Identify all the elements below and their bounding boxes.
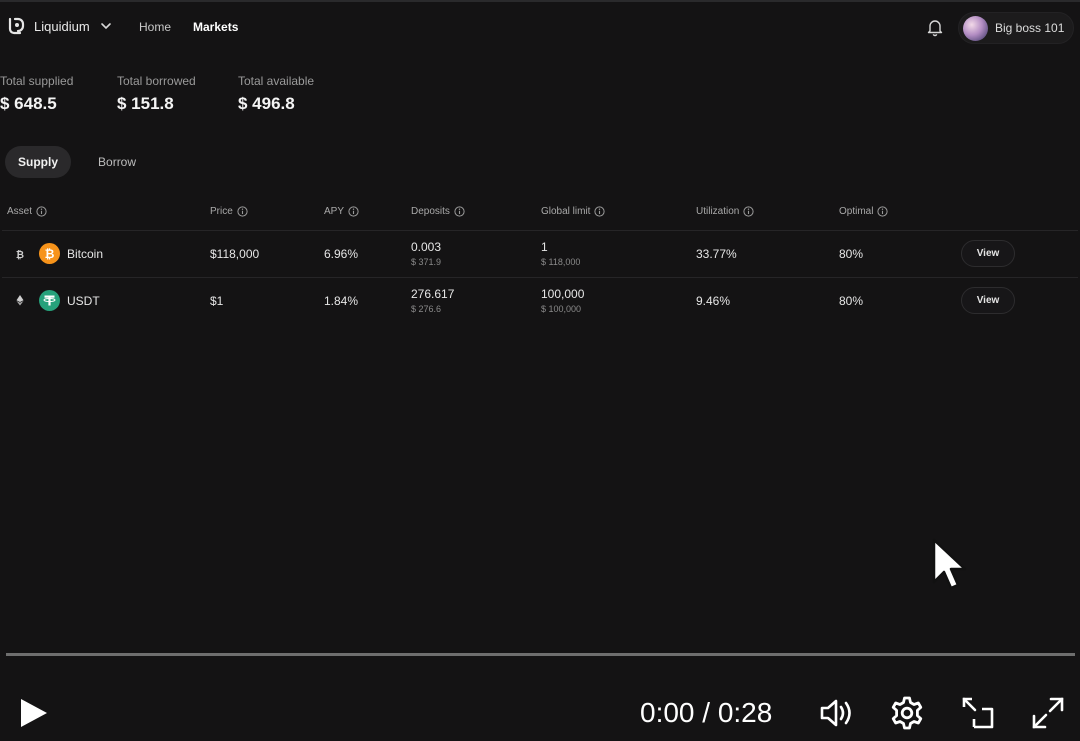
utilization-value: 9.46%	[696, 294, 731, 308]
optimal-value: 80%	[839, 294, 864, 308]
bitcoin-chain-icon: ₿	[16, 249, 24, 260]
view-button[interactable]: View	[961, 240, 1015, 267]
svg-text:₿: ₿	[16, 249, 24, 260]
stat-value: $ 648.5	[0, 94, 57, 113]
picture-in-picture-icon[interactable]	[960, 695, 996, 731]
chevron-down-icon	[100, 23, 111, 30]
tether-coin-icon	[39, 290, 60, 311]
fullscreen-icon[interactable]	[1030, 695, 1066, 731]
svg-text:₿: ₿	[45, 247, 55, 261]
asset-name: Bitcoin	[67, 247, 104, 261]
price-value: $1	[210, 294, 224, 308]
user-account-button[interactable]: Big boss 101	[958, 12, 1074, 44]
stat-label: Total supplied	[0, 74, 74, 88]
nav-home[interactable]: Home	[139, 20, 171, 34]
column-header-label: Deposits	[411, 206, 450, 217]
deposits-value: 276.617	[411, 287, 455, 301]
column-header-utilization[interactable]: Utilization	[696, 206, 754, 217]
info-icon[interactable]	[36, 206, 47, 217]
global-limit-value: 1	[541, 240, 548, 254]
table-row[interactable]: USDT $1 1.84% 276.617 $ 276.6 100,000 $ …	[0, 278, 1080, 324]
apy-value: 6.96%	[324, 247, 359, 261]
ethereum-chain-icon	[16, 295, 24, 306]
play-icon[interactable]	[18, 697, 50, 729]
table-row[interactable]: ₿ ₿ Bitcoin $118,000 6.96% 0.003 $ 371.9…	[0, 231, 1080, 277]
stat-value: $ 496.8	[238, 94, 295, 113]
info-icon[interactable]	[237, 206, 248, 217]
brand-switcher[interactable]: Liquidium	[6, 16, 112, 36]
tab-supply[interactable]: Supply	[5, 146, 72, 178]
global-limit-usd: $ 118,000	[541, 257, 581, 267]
brand-name: Liquidium	[34, 18, 90, 34]
column-header-label: Global limit	[541, 206, 591, 217]
info-icon[interactable]	[877, 206, 889, 217]
settings-gear-icon[interactable]	[889, 695, 925, 731]
column-header-asset[interactable]: Asset	[7, 206, 47, 217]
main-nav: Home Markets	[139, 20, 238, 34]
app-frame: Liquidium Home Markets Big boss 101 Tota…	[0, 0, 1080, 741]
stat-value: $ 151.8	[117, 94, 174, 113]
deposits-usd: $ 371.9	[411, 257, 442, 267]
deposits-value: 0.003	[411, 240, 442, 254]
utilization-value: 33.77%	[696, 247, 737, 261]
stat-total-supplied: Total supplied $ 648.5	[0, 74, 73, 114]
stat-total-available: Total available $ 496.8	[238, 74, 314, 114]
liquidium-logo-icon	[8, 17, 25, 35]
column-header-optimal[interactable]: Optimal	[839, 206, 889, 217]
asset-name: USDT	[67, 294, 100, 308]
global-limit-cell: 100,000 $ 100,000	[541, 287, 584, 314]
user-name: Big boss 101	[995, 21, 1065, 35]
video-time: 0:00 / 0:28	[640, 697, 773, 728]
global-limit-usd: $ 100,000	[541, 304, 582, 314]
column-header-apy[interactable]: APY	[324, 206, 359, 217]
column-header-label: Optimal	[839, 206, 874, 217]
price-value: $118,000	[210, 247, 260, 261]
stat-total-borrowed: Total borrowed $ 151.8	[117, 74, 196, 114]
tab-borrow[interactable]: Borrow	[85, 146, 149, 178]
deposits-cell: 276.617 $ 276.6	[411, 287, 454, 314]
global-limit-cell: 1 $ 118,000	[541, 240, 580, 267]
optimal-value: 80%	[839, 247, 864, 261]
global-limit-value: 100,000	[541, 287, 585, 301]
table-header: Asset Price APY Deposits Global limit Ut…	[0, 206, 1080, 226]
info-icon[interactable]	[743, 206, 754, 217]
deposits-usd: $ 276.6	[411, 304, 442, 314]
mouse-cursor-icon	[932, 538, 967, 590]
column-header-label: Price	[210, 206, 233, 217]
column-header-label: APY	[324, 206, 345, 217]
nav-markets[interactable]: Markets	[193, 20, 238, 34]
notification-bell-icon[interactable]	[925, 17, 945, 37]
column-header-label: Asset	[7, 206, 33, 217]
info-icon[interactable]	[454, 206, 465, 217]
view-button[interactable]: View	[961, 287, 1015, 314]
deposits-cell: 0.003 $ 371.9	[411, 240, 441, 267]
bitcoin-coin-icon: ₿	[39, 243, 60, 264]
info-icon[interactable]	[348, 206, 359, 217]
video-progress-bar[interactable]	[6, 653, 1075, 656]
column-header-price[interactable]: Price	[210, 206, 248, 217]
column-header-label: Utilization	[696, 206, 740, 217]
stat-label: Total available	[238, 74, 315, 88]
column-header-deposits[interactable]: Deposits	[411, 206, 465, 217]
column-header-global-limit[interactable]: Global limit	[541, 206, 606, 217]
apy-value: 1.84%	[324, 294, 359, 308]
supply-borrow-tabs: Supply Borrow	[5, 146, 149, 178]
top-nav-bar: Liquidium Home Markets Big boss 101	[0, 2, 1080, 52]
stat-label: Total borrowed	[117, 74, 196, 88]
avatar	[963, 15, 988, 41]
volume-icon[interactable]	[818, 695, 854, 731]
info-icon[interactable]	[594, 206, 606, 217]
